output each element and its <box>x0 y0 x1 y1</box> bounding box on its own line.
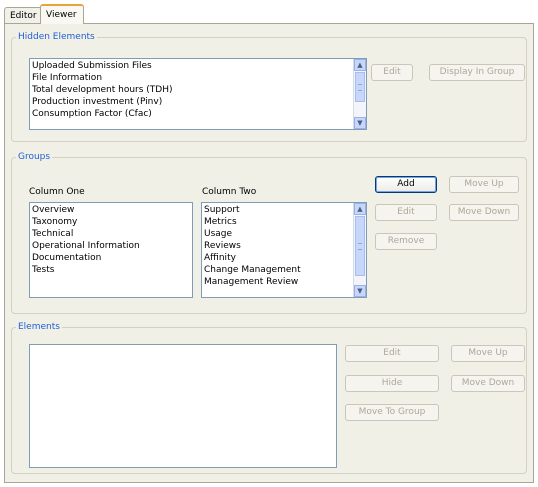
list-item[interactable]: Uploaded Submission Files <box>32 60 352 72</box>
hidden-elements-legend: Hidden Elements <box>18 32 95 42</box>
column-two-items: Support Metrics Usage Reviews Affinity C… <box>204 204 352 288</box>
column-two-list[interactable]: Support Metrics Usage Reviews Affinity C… <box>201 202 367 298</box>
list-item[interactable]: Tests <box>32 264 190 276</box>
add-button[interactable]: Add <box>375 176 437 193</box>
list-item[interactable]: Production investment (Pinv) <box>32 96 352 108</box>
list-item[interactable]: Management Review <box>204 276 352 288</box>
display-in-group-button[interactable]: Display In Group <box>429 64 525 81</box>
move-to-group-button[interactable]: Move To Group <box>345 404 439 421</box>
list-item[interactable]: Total development hours (TDH) <box>32 84 352 96</box>
list-item[interactable]: Change Management <box>204 264 352 276</box>
hidden-elements-scrollbar[interactable]: ▲ ▼ <box>353 59 366 129</box>
groups-legend: Groups <box>18 152 51 162</box>
column-one-list[interactable]: Overview Taxonomy Technical Operational … <box>29 202 193 298</box>
list-item[interactable]: Documentation <box>32 252 190 264</box>
tab-editor[interactable]: Editor <box>4 7 42 23</box>
list-item[interactable]: Affinity <box>204 252 352 264</box>
element-move-down-button[interactable]: Move Down <box>451 375 525 392</box>
list-item[interactable]: Taxonomy <box>32 216 190 228</box>
element-edit-button[interactable]: Edit <box>345 345 439 362</box>
list-item[interactable]: Overview <box>32 204 190 216</box>
hidden-elements-list[interactable]: Uploaded Submission Files File Informati… <box>29 58 367 130</box>
scroll-up-icon[interactable]: ▲ <box>354 59 366 71</box>
tab-viewer[interactable]: Viewer <box>40 4 84 24</box>
list-item[interactable]: Reviews <box>204 240 352 252</box>
hide-button[interactable]: Hide <box>345 375 439 392</box>
list-item[interactable]: Consumption Factor (Cfac) <box>32 108 352 120</box>
group-move-down-button[interactable]: Move Down <box>449 204 519 221</box>
list-item[interactable]: Usage <box>204 228 352 240</box>
list-item[interactable]: Technical <box>32 228 190 240</box>
hidden-elements-items: Uploaded Submission Files File Informati… <box>32 60 352 120</box>
column-one-label: Column One <box>29 187 85 197</box>
list-item[interactable]: Support <box>204 204 352 216</box>
scroll-up-icon[interactable]: ▲ <box>354 203 366 215</box>
element-move-up-button[interactable]: Move Up <box>451 345 525 362</box>
viewer-panel: Hidden Elements Uploaded Submission File… <box>4 23 534 483</box>
scroll-down-icon[interactable]: ▼ <box>354 285 366 297</box>
column-one-items: Overview Taxonomy Technical Operational … <box>32 204 190 276</box>
list-item[interactable]: File Information <box>32 72 352 84</box>
elements-legend: Elements <box>18 322 60 332</box>
group-edit-button[interactable]: Edit <box>375 204 437 221</box>
column-two-label: Column Two <box>202 187 257 197</box>
list-item[interactable]: Metrics <box>204 216 352 228</box>
list-item[interactable]: Operational Information <box>32 240 190 252</box>
hidden-edit-button[interactable]: Edit <box>371 64 413 81</box>
remove-button[interactable]: Remove <box>375 233 437 250</box>
column-two-scrollbar[interactable]: ▲ ▼ <box>353 203 366 297</box>
elements-list[interactable] <box>29 344 337 468</box>
scroll-thumb[interactable] <box>355 72 365 102</box>
group-move-up-button[interactable]: Move Up <box>449 176 519 193</box>
scroll-down-icon[interactable]: ▼ <box>354 117 366 129</box>
scroll-thumb[interactable] <box>355 216 365 276</box>
